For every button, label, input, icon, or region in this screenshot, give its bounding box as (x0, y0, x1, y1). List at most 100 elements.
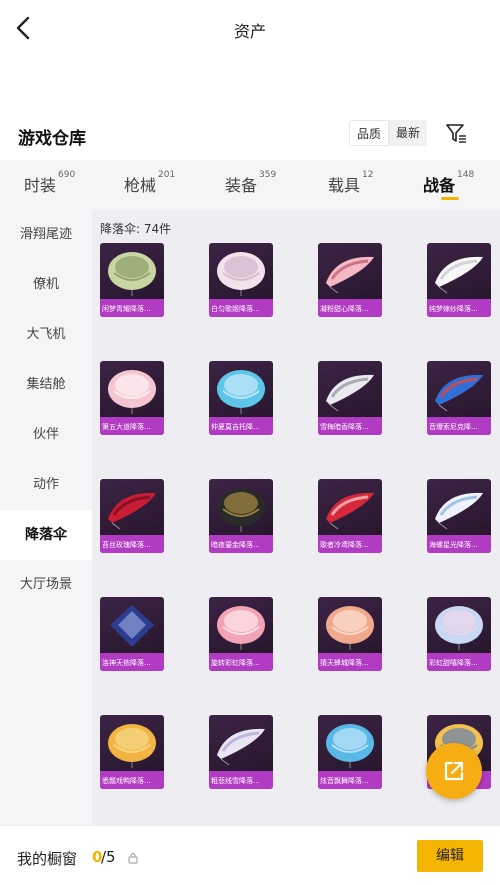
parachute-item[interactable]: 音爆索尼克降... (427, 361, 491, 435)
item-name: 粗悲线雪降落... (211, 777, 260, 785)
item-name: 彩虹甜嘻降落... (429, 659, 478, 667)
item-name: 暗夜鎏金降落... (211, 541, 260, 549)
parachute-image (108, 724, 156, 768)
parachute-image (108, 252, 156, 296)
tab-label: 战备 (423, 176, 456, 195)
showcase-label: 我的橱窗 (17, 850, 78, 868)
parachute-item[interactable]: 旋转彩虹降落... (209, 597, 273, 671)
parachute-item[interactable]: 苔丝玫瑰降落... (100, 479, 164, 553)
sort-quality-option[interactable]: 品质 (349, 120, 390, 146)
parachute-image (217, 728, 265, 766)
item-name: 炫音飘舞降落... (320, 777, 369, 785)
tab-count: 201 (158, 170, 176, 180)
tab-label: 装备 (225, 176, 258, 195)
item-name: 猜天蜂城降落... (320, 659, 369, 667)
parachute-item[interactable]: 炫音飘舞降落... (318, 715, 382, 789)
section-title: 游戏仓库 (18, 129, 86, 149)
sidebar-item-big-plane[interactable]: 大飞机 (0, 310, 92, 360)
tab-count: 359 (259, 170, 277, 180)
parachute-image (326, 492, 374, 530)
active-tab-indicator (441, 197, 459, 200)
lock-icon (128, 852, 138, 864)
tab-label: 载具 (328, 176, 361, 195)
sidebar-item-pod[interactable]: 集结舱 (0, 360, 92, 410)
category-tabs: 时装690 枪械201 装备359 载具12 战备148 (0, 160, 500, 210)
filter-icon (446, 124, 466, 143)
parachute-image (435, 256, 483, 294)
item-name: 仲夏莫吉托降... (211, 423, 260, 431)
item-grid: 降落伞: 74件 闲梦青耀降落... 白匀歌姬降落... 凝粉甜心降落... 纯… (92, 210, 500, 825)
parachute-item[interactable]: 歌者冷鸢降落... (318, 479, 382, 553)
top-bar: 资产 (0, 0, 500, 58)
parachute-image (217, 606, 265, 650)
parachute-item[interactable]: 悉瓢戏鸭降落... (100, 715, 164, 789)
parachute-image (435, 606, 483, 650)
parachute-image (326, 256, 374, 294)
tab-count: 12 (362, 170, 374, 180)
item-name: 苔丝玫瑰降落... (102, 541, 151, 549)
section-header: 游戏仓库 品质 最新 (0, 112, 500, 158)
parachute-item[interactable]: 猜天蜂城降落... (318, 597, 382, 671)
item-name: 歌者冷鸢降落... (320, 541, 369, 549)
parachute-item[interactable]: 第五大道降落... (100, 361, 164, 435)
sidebar-item-wingman[interactable]: 僚机 (0, 260, 92, 310)
item-name: 雪梅暗香降落... (320, 423, 369, 431)
sidebar-item-parachute[interactable]: 降落伞 (0, 510, 92, 560)
item-name: 洛神天依降落... (102, 659, 151, 667)
item-name: 海螺星光降落... (429, 541, 478, 549)
parachute-item[interactable]: 纯梦嫁纱降落... (427, 243, 491, 317)
edit-button[interactable]: 编辑 (417, 840, 483, 872)
sidebar-item-emote[interactable]: 动作 (0, 460, 92, 510)
parachute-item[interactable]: 彩虹甜嘻降落... (427, 597, 491, 671)
item-name: 音爆索尼克降... (429, 423, 478, 431)
item-name: 凝粉甜心降落... (320, 305, 369, 313)
parachute-image (435, 492, 483, 530)
parachute-image (326, 724, 374, 768)
parachute-image (435, 374, 483, 412)
parachute-item[interactable]: 粗悲线雪降落... (209, 715, 273, 789)
parachute-item[interactable]: 雪梅暗香降落... (318, 361, 382, 435)
parachute-item[interactable]: 洛神天依降落... (100, 597, 164, 671)
sidebar-item-companion[interactable]: 伙伴 (0, 410, 92, 460)
parachute-image (326, 606, 374, 650)
item-name: 旋转彩虹降落... (211, 659, 260, 667)
parachute-item[interactable]: 海螺星光降落... (427, 479, 491, 553)
tab-label: 枪械 (124, 176, 157, 195)
sort-toggle: 品质 最新 (349, 120, 428, 146)
parachute-item[interactable]: 白匀歌姬降落... (209, 243, 273, 317)
tab-equipment[interactable]: 装备359 (225, 170, 277, 196)
tab-vehicles[interactable]: 载具12 (328, 170, 374, 196)
sort-newest-option[interactable]: 最新 (389, 120, 427, 146)
share-button[interactable] (426, 743, 482, 799)
subcategory-sidebar: 滑翔尾迹 僚机 大飞机 集结舱 伙伴 动作 降落伞 大厅场景 (0, 210, 92, 825)
parachute-item[interactable]: 闲梦青耀降落... (100, 243, 164, 317)
filter-button[interactable] (445, 122, 467, 144)
showcase-bar: 我的橱窗 0 /5 编辑 (0, 825, 500, 885)
sidebar-item-lobby-scene[interactable]: 大厅场景 (0, 560, 92, 610)
tab-combat-gear[interactable]: 战备148 (423, 170, 475, 196)
parachute-item[interactable]: 仲夏莫吉托降... (209, 361, 273, 435)
parachute-image (108, 370, 156, 414)
tab-label: 时装 (24, 176, 57, 195)
external-link-icon (444, 761, 464, 781)
parachute-image (217, 370, 265, 414)
item-name: 闲梦青耀降落... (102, 305, 151, 313)
tab-fashion[interactable]: 时装690 (24, 170, 76, 196)
parachute-item[interactable]: 暗夜鎏金降落... (209, 479, 273, 553)
parachute-item[interactable]: 凝粉甜心降落... (318, 243, 382, 317)
item-name: 纯梦嫁纱降落... (429, 305, 478, 313)
parachute-image (108, 492, 156, 530)
sidebar-item-glide-trail[interactable]: 滑翔尾迹 (0, 210, 92, 260)
item-count-label: 降落伞: 74件 (100, 222, 172, 236)
item-name: 悉瓢戏鸭降落... (102, 777, 151, 785)
parachute-image (217, 252, 265, 296)
tab-count: 690 (58, 170, 76, 180)
item-name: 白匀歌姬降落... (211, 305, 260, 313)
tab-count: 148 (457, 170, 475, 180)
page-title: 资产 (233, 22, 266, 41)
showcase-count-total: /5 (101, 848, 116, 866)
tab-weapons[interactable]: 枪械201 (124, 170, 176, 196)
item-name: 第五大道降落... (102, 423, 151, 431)
parachute-image (217, 488, 265, 532)
parachute-image (110, 605, 154, 647)
